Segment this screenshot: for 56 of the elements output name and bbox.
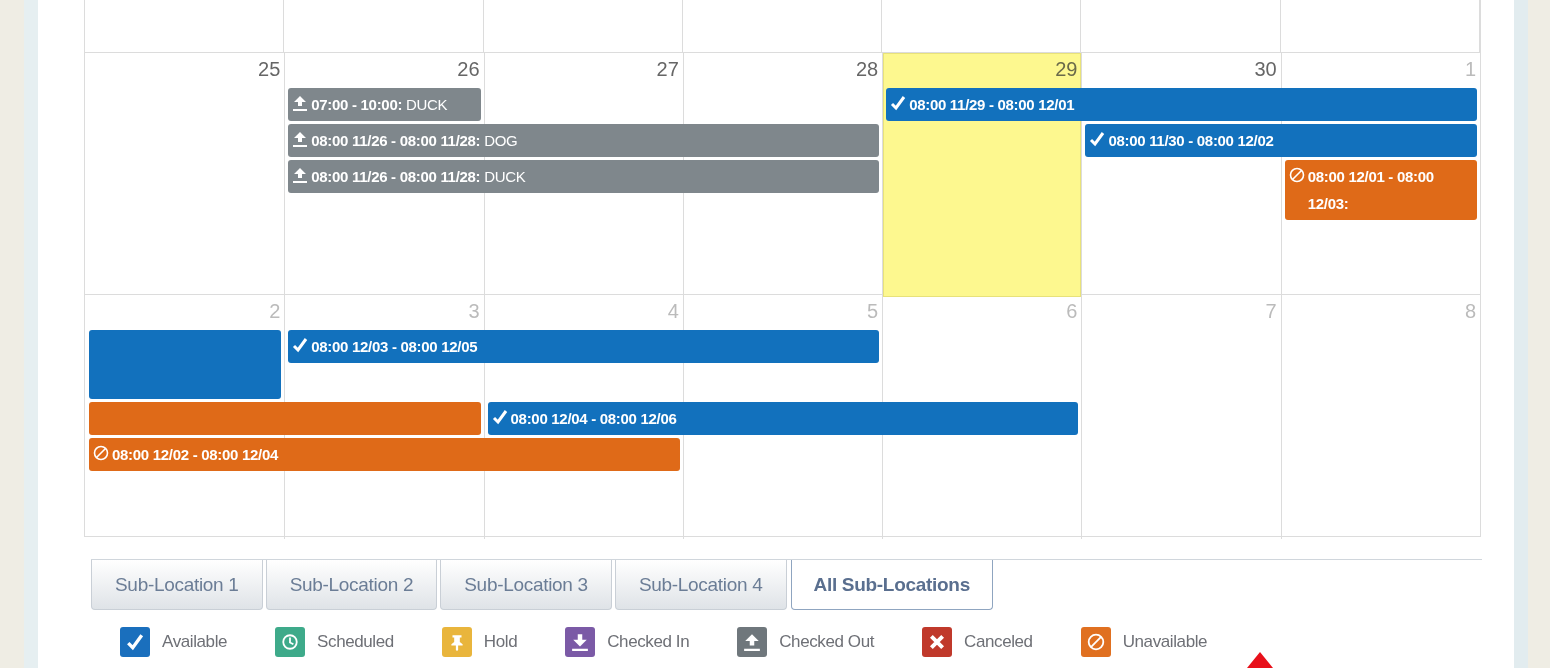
check-icon xyxy=(890,95,907,111)
tab[interactable]: All Sub-Locations xyxy=(790,560,993,610)
event-bar[interactable]: 08:00 11/29 - 08:00 12/01 xyxy=(886,88,1477,121)
event-bar[interactable]: 07:00 - 10:00: DUCK xyxy=(288,88,481,121)
event-bar[interactable]: 08:00 12/03 - 08:00 12/05 xyxy=(288,330,880,363)
legend-label: Canceled xyxy=(964,632,1033,652)
event-label: 08:00 12/01 - 08:00 12/03: xyxy=(1307,167,1435,214)
event-bar[interactable]: 08:00 12/01 - 08:00 12/03: xyxy=(1284,160,1477,220)
tab[interactable]: Sub-Location 4 xyxy=(614,560,787,610)
event-label: 08:00 12/02 - 08:00 12/04 xyxy=(112,445,278,465)
check-icon xyxy=(491,409,508,425)
day-number: 3 xyxy=(467,299,481,323)
upload-icon xyxy=(292,95,309,111)
event-label: 08:00 11/26 - 08:00 11/28: DUCK xyxy=(311,167,526,187)
upload-icon xyxy=(292,131,309,147)
event-bar[interactable] xyxy=(89,402,481,435)
day-number: 2 xyxy=(268,299,282,323)
day-number: 28 xyxy=(854,57,880,81)
pointer-arrow-icon xyxy=(1247,652,1273,668)
legend-label: Checked In xyxy=(607,632,690,652)
day-number: 1 xyxy=(1463,57,1477,81)
tab[interactable]: Sub-Location 3 xyxy=(440,560,612,610)
tab[interactable]: Sub-Location 1 xyxy=(91,560,263,610)
event-bar[interactable]: 08:00 12/02 - 08:00 12/04 xyxy=(89,438,680,471)
day-number: 4 xyxy=(666,299,680,323)
event-bar[interactable]: 08:00 11/26 - 08:00 11/28: DUCK xyxy=(288,160,880,193)
legend-label: Available xyxy=(162,632,228,652)
legend-label: Hold xyxy=(483,632,518,652)
event-label: 08:00 12/03 - 08:00 12/05 xyxy=(311,337,478,357)
prohibited-icon xyxy=(1288,167,1305,183)
tab[interactable]: Sub-Location 2 xyxy=(265,560,438,610)
day-number: 27 xyxy=(655,57,680,81)
day-number: 26 xyxy=(456,57,481,81)
event-bar[interactable]: 08:00 11/30 - 08:00 12/02 xyxy=(1085,124,1477,157)
day-number: 5 xyxy=(866,299,880,323)
event-label: 08:00 11/29 - 08:00 12/01 xyxy=(909,95,1075,115)
legend-label: Unavailable xyxy=(1122,632,1208,652)
day-number: 25 xyxy=(257,57,282,81)
event-bar[interactable] xyxy=(89,330,282,399)
event-label: 08:00 11/30 - 08:00 12/02 xyxy=(1108,131,1274,151)
upload-icon xyxy=(292,167,309,183)
prohibited-icon xyxy=(93,445,109,461)
legend-label: Scheduled xyxy=(317,632,394,652)
legend-label: Checked Out xyxy=(779,632,875,652)
day-number: 6 xyxy=(1065,299,1079,323)
day-number: 8 xyxy=(1463,299,1477,323)
event-label: 08:00 12/04 - 08:00 12/06 xyxy=(510,409,677,429)
event-label: 07:00 - 10:00: DUCK xyxy=(311,95,448,115)
day-number: 29 xyxy=(1054,57,1079,81)
check-icon xyxy=(1089,131,1106,147)
day-number: 30 xyxy=(1253,57,1278,81)
event-bar[interactable]: 08:00 11/26 - 08:00 11/28: DOG xyxy=(288,124,880,157)
check-icon xyxy=(292,337,309,353)
event-bar[interactable]: 08:00 12/04 - 08:00 12/06 xyxy=(487,402,1079,435)
day-number: 7 xyxy=(1264,299,1278,323)
event-label: 08:00 11/26 - 08:00 11/28: DOG xyxy=(311,131,518,151)
